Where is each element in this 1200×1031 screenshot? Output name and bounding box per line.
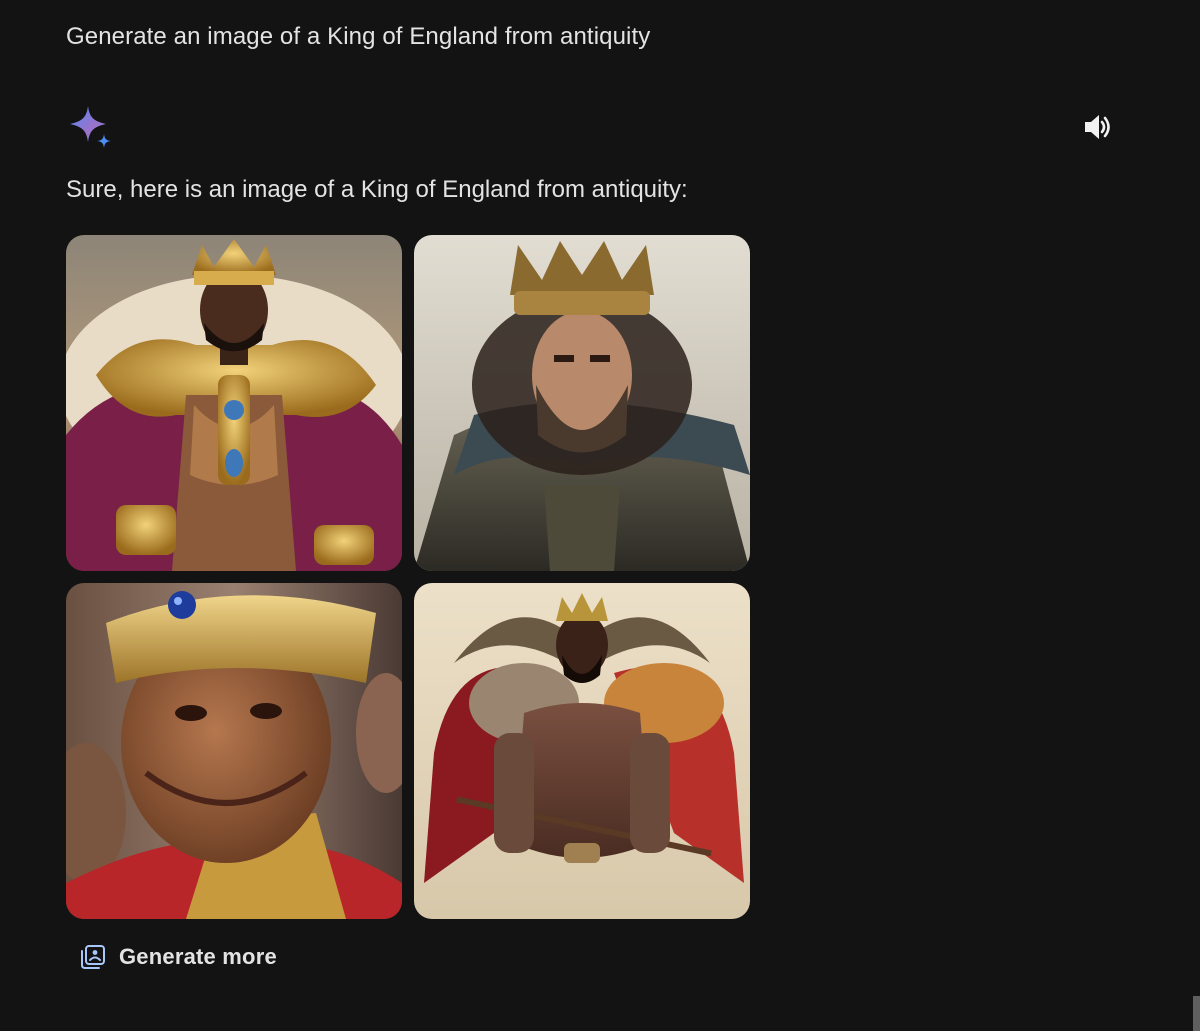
gemini-sparkle-icon (66, 104, 114, 150)
user-prompt-text: Generate an image of a King of England f… (66, 23, 651, 50)
generated-image-2[interactable] (414, 235, 750, 571)
generate-more-label: Generate more (119, 944, 277, 969)
image-stack-icon (80, 944, 106, 970)
generated-image-4[interactable] (414, 583, 750, 919)
generated-image-3[interactable] (66, 583, 402, 919)
response-text: Sure, here is an image of a King of Engl… (66, 176, 688, 203)
scrollbar-thumb[interactable] (1193, 996, 1200, 1031)
read-aloud-speaker-icon[interactable] (1082, 112, 1114, 142)
generate-more-button[interactable]: Generate more (72, 936, 285, 978)
chat-page: Generate an image of a King of England f… (0, 0, 1200, 1031)
generated-image-1[interactable] (66, 235, 402, 571)
generated-image-grid (66, 235, 750, 919)
